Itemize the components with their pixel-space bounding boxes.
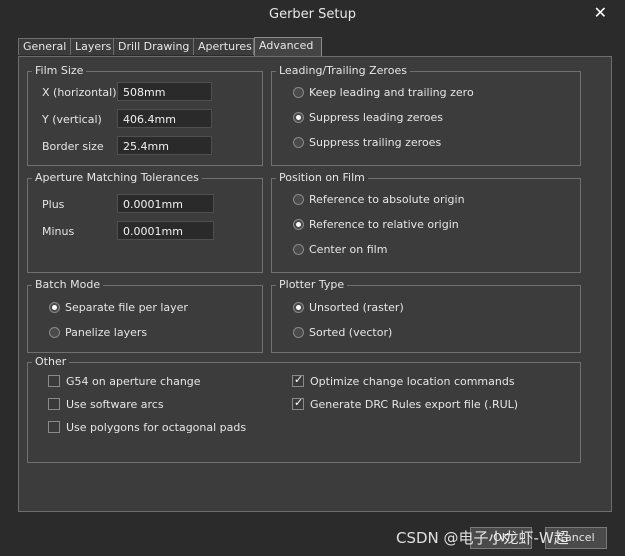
keep-zeroes-label[interactable]: Keep leading and trailing zero <box>309 86 474 99</box>
other-group: Other G54 on aperture change Use softwar… <box>27 355 581 463</box>
octagonal-pads-label[interactable]: Use polygons for octagonal pads <box>66 421 246 434</box>
unsorted-raster-label[interactable]: Unsorted (raster) <box>309 301 404 314</box>
y-input[interactable]: 406.4mm <box>117 109 212 128</box>
panelize-layers-radio[interactable] <box>49 327 60 338</box>
center-on-film-label[interactable]: Center on film <box>309 243 387 256</box>
separate-file-radio[interactable] <box>49 302 60 313</box>
tab-layers[interactable]: Layers <box>70 38 114 55</box>
drc-rules-checkbox[interactable] <box>292 396 304 410</box>
border-size-input[interactable]: 25.4mm <box>117 136 212 155</box>
octagonal-pads-checkbox[interactable] <box>48 421 60 433</box>
other-label: Other <box>32 355 70 369</box>
batch-mode-group: Batch Mode Separate file per layer Panel… <box>27 278 263 353</box>
tab-apertures[interactable]: Apertures <box>193 38 254 55</box>
x-label: X (horizontal) <box>42 86 117 99</box>
software-arcs-label[interactable]: Use software arcs <box>66 398 164 411</box>
aperture-tolerance-group: Aperture Matching Tolerances Plus 0.0001… <box>27 171 263 273</box>
suppress-trailing-label[interactable]: Suppress trailing zeroes <box>309 136 441 149</box>
leading-trailing-group: Leading/Trailing Zeroes Keep leading and… <box>271 64 581 166</box>
software-arcs-checkbox[interactable] <box>48 398 60 410</box>
panelize-layers-label[interactable]: Panelize layers <box>65 326 147 339</box>
relative-origin-radio[interactable] <box>293 219 304 230</box>
g54-checkbox[interactable] <box>48 375 60 387</box>
unsorted-raster-radio[interactable] <box>293 302 304 313</box>
position-on-film-group: Position on Film Reference to absolute o… <box>271 171 581 273</box>
relative-origin-label[interactable]: Reference to relative origin <box>309 218 459 231</box>
minus-input[interactable]: 0.0001mm <box>117 221 214 240</box>
y-label: Y (vertical) <box>42 113 102 126</box>
absolute-origin-radio[interactable] <box>293 194 304 205</box>
x-input[interactable]: 508mm <box>117 82 212 101</box>
plotter-type-label: Plotter Type <box>276 278 348 292</box>
minus-label: Minus <box>42 225 75 238</box>
center-on-film-radio[interactable] <box>293 244 304 255</box>
tab-drill-drawing[interactable]: Drill Drawing <box>113 38 195 55</box>
border-size-label: Border size <box>42 140 104 153</box>
close-icon[interactable]: ✕ <box>594 3 607 22</box>
separate-file-label[interactable]: Separate file per layer <box>65 301 188 314</box>
advanced-panel: Film Size X (horizontal) 508mm Y (vertic… <box>18 56 612 512</box>
plotter-type-group: Plotter Type Unsorted (raster) Sorted (v… <box>271 278 581 353</box>
absolute-origin-label[interactable]: Reference to absolute origin <box>309 193 465 206</box>
title-bar: Gerber Setup ✕ <box>0 0 625 30</box>
optimize-location-checkbox[interactable] <box>292 373 304 387</box>
g54-label[interactable]: G54 on aperture change <box>66 375 201 388</box>
keep-zeroes-radio[interactable] <box>293 87 304 98</box>
tab-advanced[interactable]: Advanced <box>254 37 322 56</box>
plus-label: Plus <box>42 198 65 211</box>
sorted-vector-radio[interactable] <box>293 327 304 338</box>
leading-trailing-label: Leading/Trailing Zeroes <box>276 64 410 78</box>
plus-input[interactable]: 0.0001mm <box>117 194 214 213</box>
watermark: CSDN @电子小龙虾-W超 <box>396 529 569 547</box>
batch-mode-label: Batch Mode <box>32 278 104 292</box>
tab-general[interactable]: General <box>18 38 72 55</box>
position-on-film-label: Position on Film <box>276 171 368 185</box>
suppress-leading-radio[interactable] <box>293 112 304 123</box>
film-size-label: Film Size <box>32 64 87 78</box>
drc-rules-label[interactable]: Generate DRC Rules export file (.RUL) <box>310 398 518 411</box>
aperture-tolerance-label: Aperture Matching Tolerances <box>32 171 202 185</box>
suppress-trailing-radio[interactable] <box>293 137 304 148</box>
optimize-location-label[interactable]: Optimize change location commands <box>310 375 515 388</box>
window-title: Gerber Setup <box>269 7 356 22</box>
film-size-group: Film Size X (horizontal) 508mm Y (vertic… <box>27 64 263 166</box>
suppress-leading-label[interactable]: Suppress leading zeroes <box>309 111 443 124</box>
sorted-vector-label[interactable]: Sorted (vector) <box>309 326 392 339</box>
